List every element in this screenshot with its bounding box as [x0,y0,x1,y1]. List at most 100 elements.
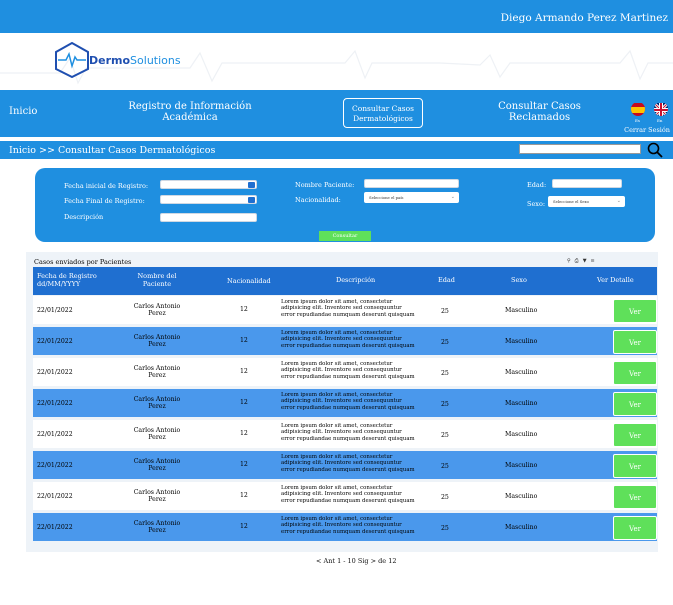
cell-sexo: Masculino [505,462,538,469]
breadcrumb: Inicio >> Consultar Casos Dermatológicos [9,145,216,156]
nacionalidad-label: Nacionalidad: [295,196,341,204]
table-row: 22/01/2022 Carlos Antonio Perez 12 Lorem ip… [33,389,657,417]
ver-detalle-button[interactable]: Ver [613,516,657,540]
table-header: Fecha de Registro dd/MM/YYYY Nombre del … [33,267,657,295]
cell-nombre: Carlos Antonio Perez [133,303,181,317]
lang-en-label: En [657,118,663,123]
cell-edad: 25 [441,494,449,501]
cell-descripcion: Lorem ipsum dolor sit amet, consectetur … [281,299,415,318]
nav-inicio[interactable]: Inicio [9,106,37,117]
ver-detalle-button[interactable]: Ver [613,330,657,354]
breadcrumb-bar: Inicio >> Consultar Casos Dermatológicos [0,141,673,159]
nombre-paciente-input[interactable] [364,179,459,188]
table-row: 22/01/2022 Carlos Antonio Perez 12 Lorem ip… [33,482,657,510]
lang-es-label: Es [635,118,640,123]
cell-edad: 25 [441,370,449,377]
chevron-down-icon: ⌄ [450,194,455,200]
table-row: 22/01/2022 Carlos Antonio Perez 12 Lorem ip… [33,420,657,448]
top-bar: Diego Armando Perez Martinez [0,0,673,33]
cell-descripcion: Lorem ipsum dolor sit amet, consectetur … [281,485,415,504]
cell-sexo: Masculino [505,431,538,438]
menu-icon[interactable]: ≡ [591,258,599,264]
col-descripcion: Descripción [336,276,376,284]
ver-detalle-button[interactable]: Ver [613,361,657,385]
nav-consultar-casos-active[interactable]: Consultar Casos Dermatológicos [343,98,423,128]
ver-detalle-button[interactable]: Ver [613,392,657,416]
cell-fecha: 22/01/2022 [37,369,73,376]
calendar-icon[interactable] [248,182,255,188]
print-icon[interactable]: ⎙ [575,258,583,264]
cell-edad: 25 [441,339,449,346]
logout-link[interactable]: Cerrar Sesión [624,126,670,134]
nav-registro-academico[interactable]: Registro de Información Académica [120,101,260,123]
table-row: 22/01/2022 Carlos Antonio Perez 12 Lorem ip… [33,451,657,479]
cell-fecha: 22/01/2022 [37,493,73,500]
cell-nombre: Carlos Antonio Perez [133,427,181,441]
cell-nombre: Carlos Antonio Perez [133,520,181,534]
edad-input[interactable] [552,179,622,188]
fecha-final-input[interactable] [160,195,257,204]
nav-casos-reclamados[interactable]: Consultar Casos Reclamados [487,101,592,123]
search-icon[interactable]: ⚲ [567,258,575,264]
col-edad: Edad [438,276,455,284]
nombre-paciente-label: Nombre Paciente: [295,181,355,189]
search-icon[interactable] [647,142,663,158]
spanish-flag-icon[interactable] [631,102,645,116]
cell-descripcion: Lorem ipsum dolor sit amet, consectetur … [281,423,415,442]
cell-edad: 25 [441,432,449,439]
cell-nacionalidad: 12 [240,461,248,468]
cell-nombre: Carlos Antonio Perez [133,334,181,348]
cell-nacionalidad: 12 [240,337,248,344]
uk-flag-icon[interactable] [654,102,668,116]
ver-detalle-button[interactable]: Ver [613,485,657,509]
cell-descripcion: Lorem ipsum dolor sit amet, consectetur … [281,516,415,535]
cell-sexo: Masculino [505,338,538,345]
cell-fecha: 22/01/2022 [37,431,73,438]
cell-nacionalidad: 12 [240,306,248,313]
table-row: 22/01/2022 Carlos Antonio Perez 12 Lorem ip… [33,327,657,355]
descripcion-input[interactable] [160,213,257,222]
cell-nacionalidad: 12 [240,430,248,437]
table-row: 22/01/2022 Carlos Antonio Perez 12 Lorem ip… [33,513,657,541]
sexo-label: Sexo: [527,200,546,208]
cell-descripcion: Lorem ipsum dolor sit amet, consectetur … [281,454,415,473]
cell-descripcion: Lorem ipsum dolor sit amet, consectetur … [281,361,415,380]
cell-edad: 25 [441,401,449,408]
ver-detalle-button[interactable]: Ver [613,423,657,447]
ver-detalle-button[interactable]: Ver [613,454,657,478]
cell-nombre: Carlos Antonio Perez [133,396,181,410]
fecha-inicial-label: Fecha inicial de Registro: [64,182,149,190]
fecha-inicial-input[interactable] [160,180,257,189]
cell-nacionalidad: 12 [240,368,248,375]
fecha-final-label: Fecha Final de Registro: [64,197,145,205]
filter-icon[interactable]: ▼ [583,258,591,264]
cell-fecha: 22/01/2022 [37,400,73,407]
cell-fecha: 22/01/2022 [37,524,73,531]
cell-descripcion: Lorem ipsum dolor sit amet, consectetur … [281,330,415,349]
table-row: 22/01/2022 Carlos Antonio Perez 12 Lorem ip… [33,296,657,324]
pagination[interactable]: < Ant 1 - 10 Sig > de 12 [316,557,397,565]
col-nacionalidad: Nacionalidad [227,277,271,285]
user-name: Diego Armando Perez Martinez [500,12,668,24]
col-fecha: Fecha de Registro dd/MM/YYYY [37,272,97,288]
consultar-button[interactable]: Consultar [319,231,371,241]
cell-nombre: Carlos Antonio Perez [133,489,181,503]
table-row: 22/01/2022 Carlos Antonio Perez 12 Lorem ip… [33,358,657,386]
filter-panel: Fecha inicial de Registro: Fecha Final d… [35,168,655,242]
search-input[interactable] [519,144,641,154]
ver-detalle-button[interactable]: Ver [613,299,657,323]
edad-label: Edad: [527,181,547,189]
cell-edad: 25 [441,525,449,532]
cell-nacionalidad: 12 [240,399,248,406]
cell-edad: 25 [441,463,449,470]
col-ver-detalle: Ver Detalle [597,276,634,284]
chevron-down-icon: ⌄ [616,198,621,204]
sexo-select[interactable]: Seleccione el Sexo ⌄ [548,196,625,207]
brand-name: DermoSolutions [89,54,181,67]
dermosolutions-logo[interactable]: DermoSolutions [55,42,190,78]
nacionalidad-select[interactable]: Seleccione el país ⌄ [364,192,459,203]
cell-edad: 25 [441,308,449,315]
calendar-icon[interactable] [248,197,255,203]
cell-fecha: 22/01/2022 [37,307,73,314]
logo-hexagon-icon [55,42,89,78]
